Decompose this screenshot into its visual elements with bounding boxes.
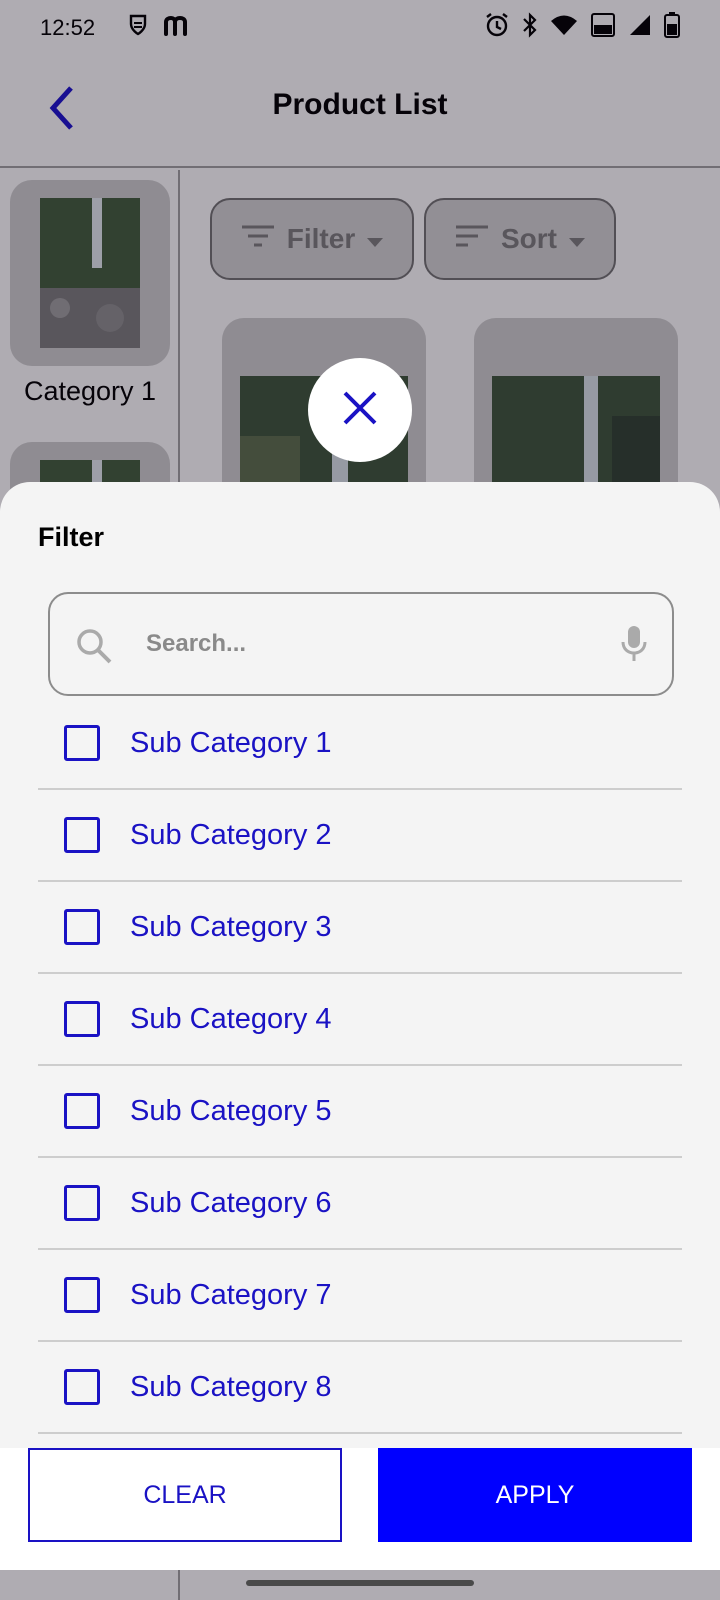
checkbox[interactable] (64, 1185, 100, 1221)
search-icon (74, 626, 114, 671)
search-input[interactable] (146, 618, 586, 670)
list-item[interactable]: Sub Category 1 (38, 698, 682, 790)
checkbox[interactable] (64, 1093, 100, 1129)
list-item[interactable]: Sub Category 6 (38, 1158, 682, 1250)
checkbox[interactable] (64, 1001, 100, 1037)
list-item[interactable]: Sub Category 7 (38, 1250, 682, 1342)
checkbox[interactable] (64, 817, 100, 853)
list-item[interactable]: Sub Category 3 (38, 882, 682, 974)
list-item[interactable]: Sub Category 8 (38, 1342, 682, 1434)
list-item-label: Sub Category 5 (130, 1094, 332, 1127)
filter-sheet-title: Filter (38, 522, 105, 552)
list-item[interactable]: Sub Category 5 (38, 1066, 682, 1158)
filter-sheet: Filter Sub Category 1 Sub Category 2 Sub… (0, 482, 720, 1562)
close-icon (342, 390, 378, 431)
subcategory-list: Sub Category 1 Sub Category 2 Sub Catego… (38, 698, 682, 1434)
gesture-nav-handle[interactable] (246, 1580, 474, 1586)
checkbox[interactable] (64, 725, 100, 761)
list-item-label: Sub Category 8 (130, 1370, 332, 1403)
list-item[interactable]: Sub Category 4 (38, 974, 682, 1066)
apply-button[interactable]: APPLY (378, 1448, 692, 1542)
clear-button[interactable]: CLEAR (28, 1448, 342, 1542)
checkbox[interactable] (64, 1277, 100, 1313)
checkbox[interactable] (64, 909, 100, 945)
list-item-label: Sub Category 6 (130, 1186, 332, 1219)
search-field[interactable] (48, 592, 674, 696)
list-item[interactable]: Sub Category 2 (38, 790, 682, 882)
list-item-label: Sub Category 2 (130, 818, 332, 851)
microphone-icon[interactable] (620, 624, 648, 669)
list-item-label: Sub Category 1 (130, 726, 332, 759)
list-item-label: Sub Category 7 (130, 1278, 332, 1311)
checkbox[interactable] (64, 1369, 100, 1405)
list-item-label: Sub Category 3 (130, 910, 332, 943)
sheet-footer: CLEAR APPLY (0, 1448, 720, 1570)
close-sheet-button[interactable] (308, 358, 412, 462)
list-item-label: Sub Category 4 (130, 1002, 332, 1035)
